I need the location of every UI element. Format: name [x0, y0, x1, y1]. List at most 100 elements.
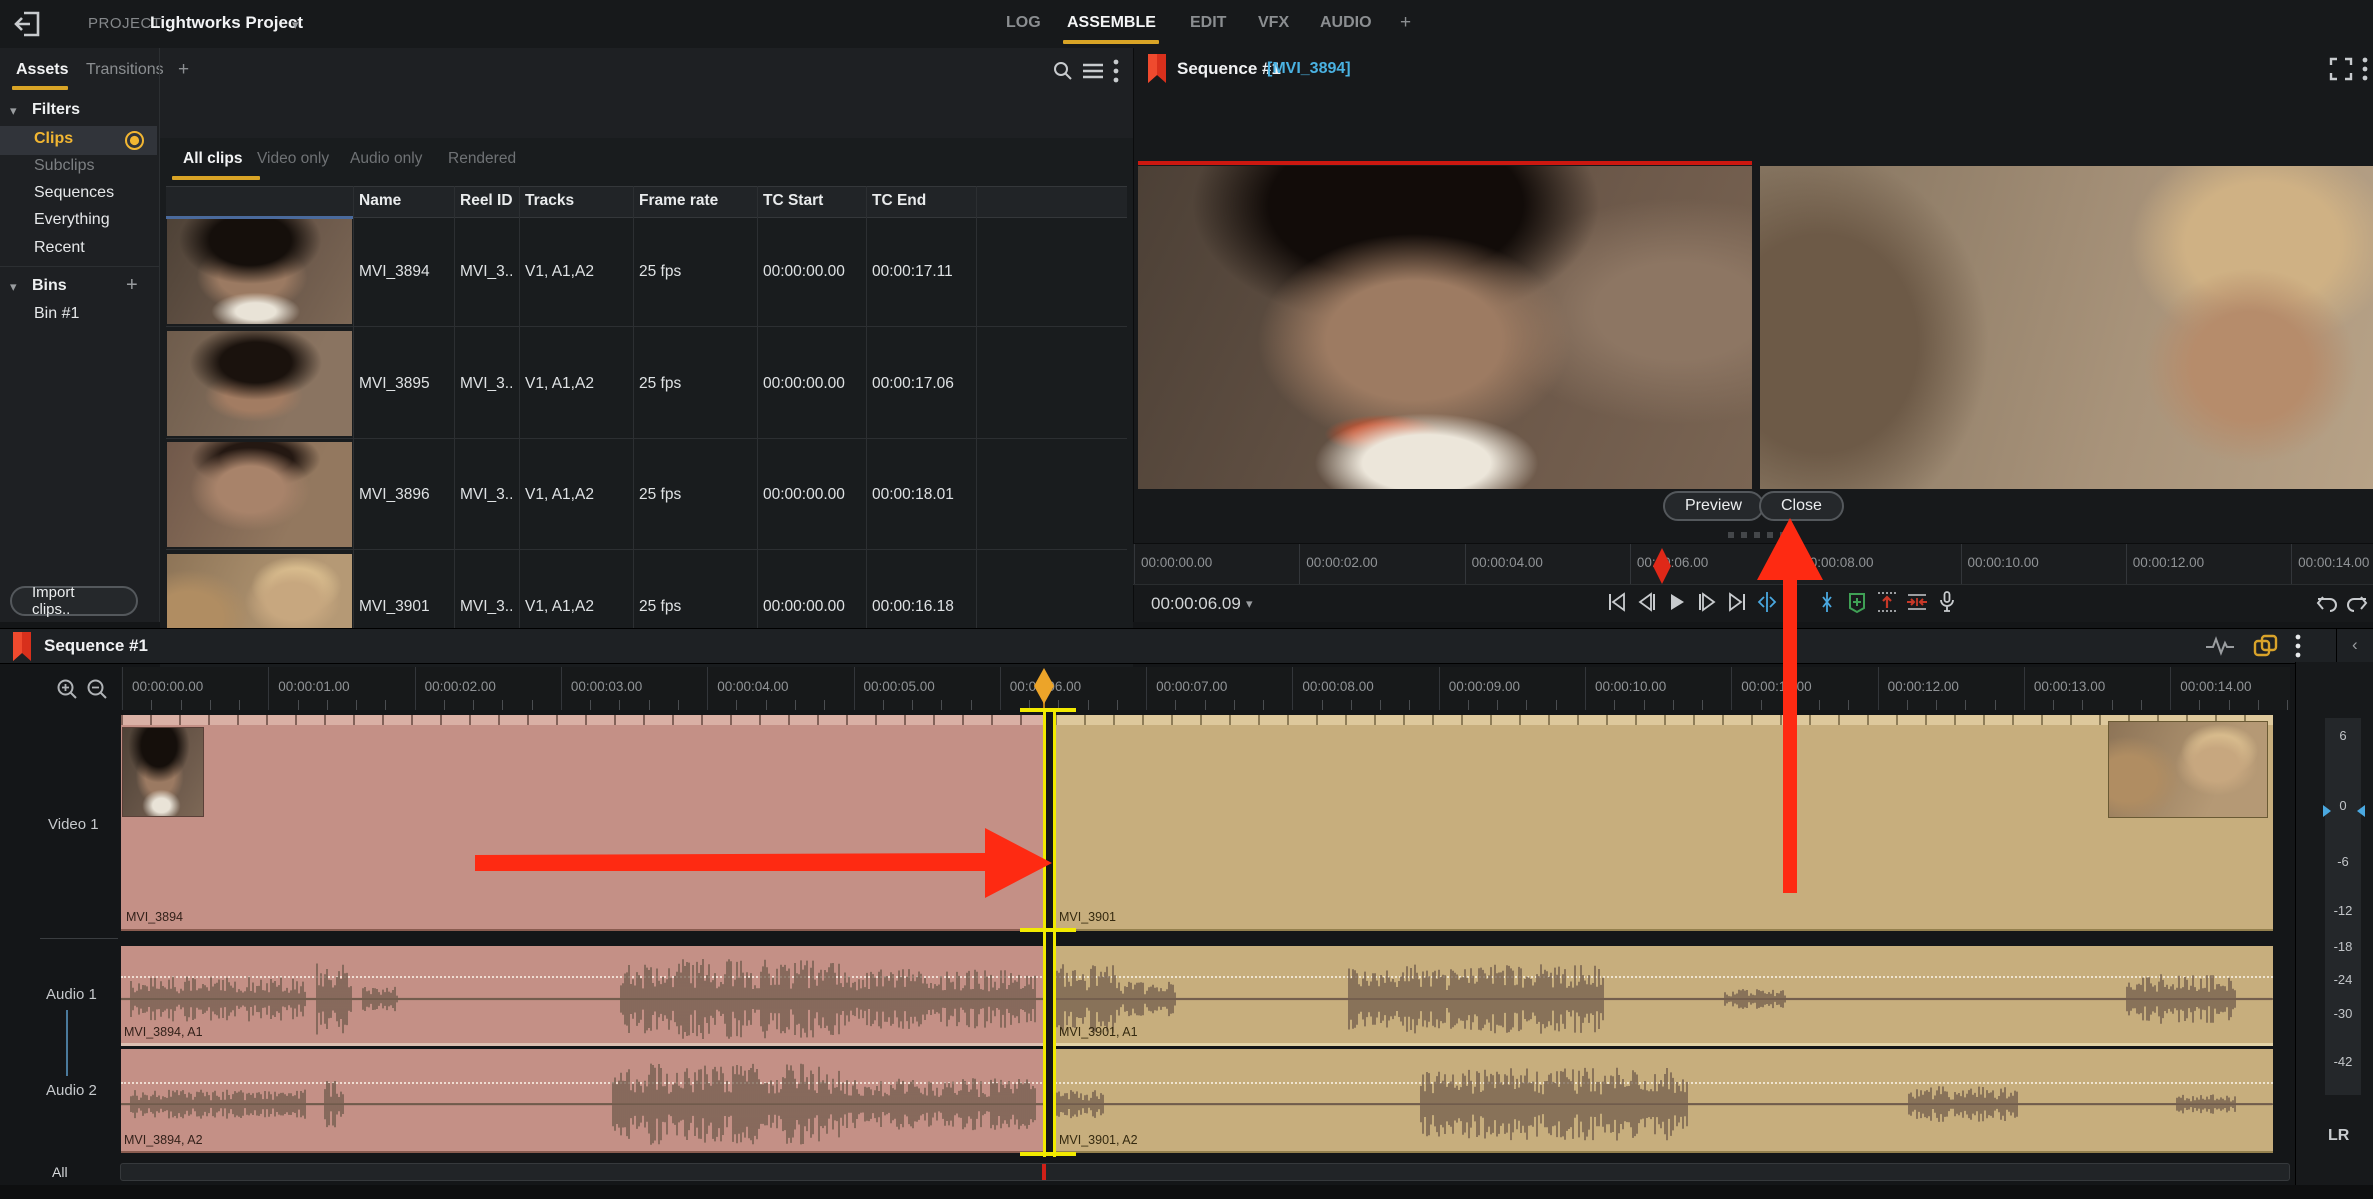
timeline-clip-audio1-mvi-3894[interactable]: MVI_3894, A1: [121, 946, 1046, 1046]
timeline-clip-audio2-mvi-3901[interactable]: MVI_3901, A2: [1055, 1049, 2273, 1153]
redo-icon[interactable]: [2345, 592, 2369, 616]
timeline-clip-audio2-mvi-3894[interactable]: MVI_3894, A2: [121, 1049, 1046, 1153]
meter-zero-right-arrow-icon[interactable]: [2356, 804, 2366, 818]
table-row[interactable]: MVI_3895MVI_3..V1, A1,A225 fps00:00:00.0…: [166, 328, 1127, 439]
timeline-clip-video-mvi-3894[interactable]: MVI_3894: [121, 715, 1046, 931]
column-header-reel-id[interactable]: Reel ID: [460, 192, 513, 210]
track-label-audio-2[interactable]: Audio 2: [46, 1082, 97, 1099]
bins-collapse-chevron-icon[interactable]: ▾: [10, 279, 17, 295]
clip-name-label: MVI_3894, A1: [124, 1025, 203, 1039]
tab-assets[interactable]: Assets: [16, 61, 68, 79]
table-row[interactable]: MVI_3896MVI_3..V1, A1,A225 fps00:00:00.0…: [166, 439, 1127, 550]
ruler-minor-tick: [1556, 700, 1557, 710]
remove-edit-button[interactable]: [1905, 590, 1929, 614]
right-video-monitor[interactable]: [1760, 166, 2373, 489]
add-tab-button[interactable]: +: [178, 59, 189, 81]
fullscreen-icon[interactable]: [2329, 57, 2353, 81]
add-room-button[interactable]: +: [1400, 12, 1411, 34]
undo-icon[interactable]: [2315, 592, 2339, 616]
current-timecode[interactable]: 00:00:06.09: [1151, 594, 1241, 614]
clip-name-label: MVI_3894, A2: [124, 1133, 203, 1147]
ruler-label: 00:00:10.00: [1968, 555, 2039, 570]
ruler-label: 00:00:14.00: [2298, 555, 2369, 570]
filters-collapse-chevron-icon[interactable]: ▾: [10, 103, 17, 119]
add-to-sequence-button[interactable]: [1845, 590, 1869, 614]
column-header-tc-end[interactable]: TC End: [872, 192, 926, 210]
track-label-audio-1[interactable]: Audio 1: [46, 986, 97, 1003]
tab-all-clips[interactable]: All clips: [183, 150, 242, 168]
tab-rendered[interactable]: Rendered: [448, 150, 516, 168]
column-header-tc-start[interactable]: TC Start: [763, 192, 823, 210]
sidebar-item-clips[interactable]: Clips: [0, 126, 157, 155]
timeline-clip-audio1-mvi-3901[interactable]: MVI_3901, A1: [1055, 946, 2273, 1046]
play-button[interactable]: [1665, 590, 1689, 614]
ruler-minor-tick: [1761, 700, 1762, 710]
insert-edit-button[interactable]: [1875, 590, 1899, 614]
viewer-menu-kebab-icon[interactable]: [2361, 56, 2369, 82]
sidebar-item-sequences[interactable]: Sequences: [34, 184, 114, 202]
track-label-video-1[interactable]: Video 1: [48, 816, 99, 833]
viewer-timeline-ruler[interactable]: 00:00:00.0000:00:02.0000:00:04.0000:00:0…: [1133, 543, 2373, 585]
collapse-panel-chevron-icon[interactable]: ‹: [2352, 635, 2358, 655]
list-view-icon[interactable]: [1082, 62, 1104, 80]
timeline-ruler[interactable]: 00:00:00.0000:00:01.0000:00:02.0000:00:0…: [121, 667, 2290, 710]
column-header-tracks[interactable]: Tracks: [525, 192, 574, 210]
sidebar-item-bin-1[interactable]: Bin #1: [34, 305, 79, 323]
tab-transitions[interactable]: Transitions: [86, 61, 164, 79]
ruler-minor-tick: [1234, 700, 1235, 710]
sidebar-item-everything[interactable]: Everything: [34, 211, 110, 229]
viewer-source-clip-ref[interactable]: [MVI_3894]: [1267, 60, 1351, 78]
table-row[interactable]: MVI_3894MVI_3..V1, A1,A225 fps00:00:00.0…: [166, 216, 1127, 327]
sidebar-item-subclips[interactable]: Subclips: [34, 157, 94, 175]
timecode-chevron-down-icon[interactable]: ▾: [1246, 596, 1253, 612]
cell-fps: 25 fps: [639, 375, 681, 393]
voiceover-mic-button[interactable]: [1935, 590, 1959, 614]
search-icon[interactable]: [1052, 60, 1074, 82]
timeline-menu-kebab-icon[interactable]: [2294, 633, 2302, 659]
divider-grip[interactable]: [1728, 532, 1790, 538]
meter-zero-left-arrow-icon[interactable]: [2322, 804, 2332, 818]
import-clips-button[interactable]: Import clips..: [10, 586, 138, 616]
exit-project-icon[interactable]: [14, 11, 42, 37]
zoom-in-icon[interactable]: [56, 678, 79, 701]
tab-log[interactable]: LOG: [1006, 14, 1041, 32]
column-header-name[interactable]: Name: [359, 192, 401, 210]
ruler-minor-tick: [1497, 700, 1498, 710]
step-back-button[interactable]: [1635, 590, 1659, 614]
viewer-sequence-title[interactable]: Sequence #1: [1177, 59, 1281, 79]
project-chevron-down-icon[interactable]: ▾: [292, 17, 299, 33]
sidebar-item-recent[interactable]: Recent: [34, 239, 85, 257]
timeline-scrollbar[interactable]: [120, 1163, 2290, 1181]
tab-audio[interactable]: AUDIO: [1320, 14, 1372, 32]
mark-out-button[interactable]: [1815, 590, 1839, 614]
filmstrip-edge: [121, 715, 1046, 725]
goto-start-button[interactable]: [1605, 590, 1629, 614]
left-video-monitor[interactable]: [1138, 166, 1752, 489]
tab-audio-only[interactable]: Audio only: [350, 150, 422, 168]
project-name[interactable]: Lightworks Project: [150, 13, 303, 33]
close-button[interactable]: Close: [1759, 491, 1844, 521]
mark-in-button[interactable]: [1755, 590, 1779, 614]
cell-tracks: V1, A1,A2: [525, 263, 594, 281]
ruler-minor-tick: [151, 700, 152, 710]
ruler-minor-tick: [1380, 700, 1381, 710]
preview-button[interactable]: Preview: [1663, 491, 1764, 521]
linked-clips-icon[interactable]: [2252, 633, 2280, 659]
edit-point-marker-left[interactable]: [1043, 710, 1046, 1157]
all-tracks-label[interactable]: All: [52, 1164, 68, 1180]
add-bin-button[interactable]: +: [126, 274, 138, 297]
edit-point-marker-right[interactable]: [1053, 710, 1056, 1157]
ruler-major-tick: [1146, 667, 1147, 710]
panel-menu-kebab-icon[interactable]: [1112, 58, 1120, 84]
tab-vfx[interactable]: VFX: [1258, 14, 1289, 32]
tab-edit[interactable]: EDIT: [1190, 14, 1226, 32]
goto-end-button[interactable]: [1725, 590, 1749, 614]
step-forward-button[interactable]: [1695, 590, 1719, 614]
timeline-sequence-title[interactable]: Sequence #1: [44, 636, 148, 656]
column-header-frame-rate[interactable]: Frame rate: [639, 192, 718, 210]
timeline-clip-video-mvi-3901[interactable]: MVI_3901: [1055, 715, 2273, 931]
zoom-out-icon[interactable]: [86, 678, 109, 701]
waveform-toggle-icon[interactable]: [2205, 636, 2235, 656]
tab-assemble[interactable]: ASSEMBLE: [1067, 14, 1156, 32]
tab-video-only[interactable]: Video only: [257, 150, 329, 168]
